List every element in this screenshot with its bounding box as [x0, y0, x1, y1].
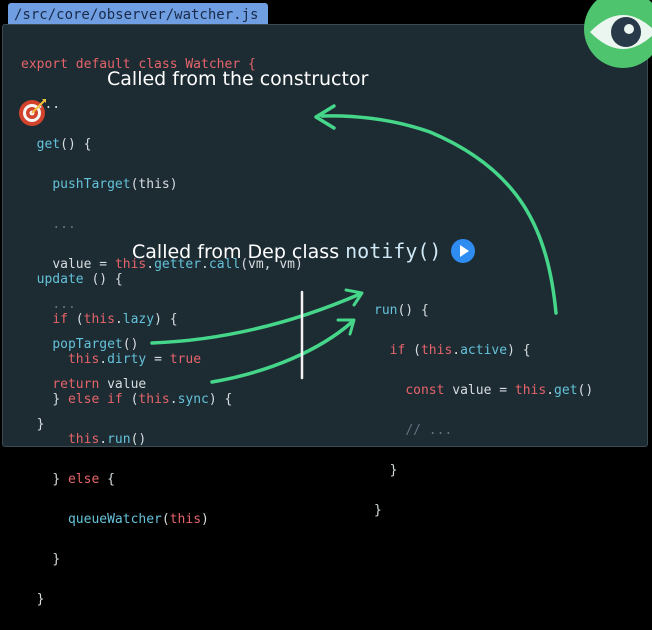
arrow-run-to-run — [150, 292, 362, 345]
arrows-overlay — [150, 104, 558, 384]
code-line: queueWatcher(this) — [67, 512, 209, 527]
code-line: } — [52, 552, 61, 567]
arrow-to-constructor — [320, 114, 558, 315]
code-line: } — [374, 503, 382, 518]
arrow-queue-to-run — [210, 320, 354, 384]
code-line: } else { — [52, 472, 115, 487]
code-line: } — [389, 463, 398, 478]
code-line: } — [36, 592, 45, 607]
